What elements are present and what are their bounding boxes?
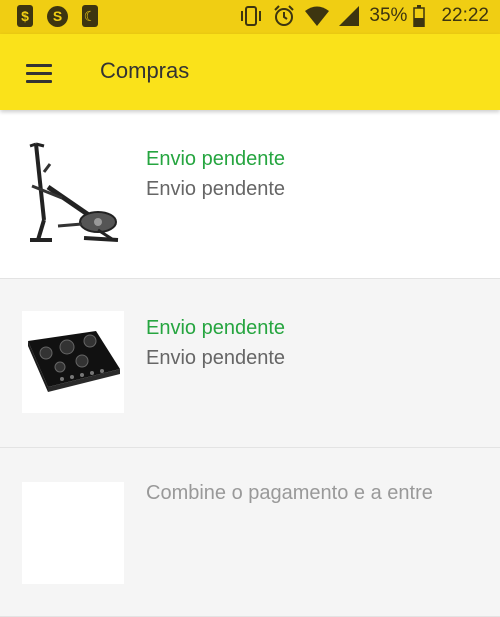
gas-cooktop-image <box>22 311 124 413</box>
s-notification-icon: S <box>47 5 68 27</box>
battery-percentage: 35% <box>369 5 408 26</box>
alarm-icon <box>274 5 295 26</box>
signal-icon <box>339 6 360 26</box>
app-bar: Compras <box>0 34 500 110</box>
order-item[interactable]: Combine o pagamento e a entre <box>0 448 500 617</box>
product-image <box>22 482 124 584</box>
orders-list: Envio pendente Envio pendente Envio pend… <box>0 110 500 617</box>
elliptical-trainer-image <box>22 142 124 244</box>
clock: 22:22 <box>441 5 489 26</box>
order-detail: Envio pendente <box>146 178 286 200</box>
wifi-icon <box>305 6 330 26</box>
page-title: Compras <box>100 58 190 83</box>
battery-icon <box>413 5 426 27</box>
notification-icons: $ S ☾ <box>17 5 98 27</box>
hamburger-menu-icon[interactable] <box>26 64 52 83</box>
system-status-icons: 35% 22:22 <box>239 5 489 27</box>
dollar-notification-icon: $ <box>17 5 33 27</box>
order-status: Envio pendente <box>146 317 286 339</box>
order-detail: Envio pendente <box>146 347 286 369</box>
order-status: Envio pendente <box>146 148 286 170</box>
vibrate-icon <box>241 6 262 26</box>
order-item[interactable]: Envio pendente Envio pendente <box>0 110 500 279</box>
order-status: Combine o pagamento e a entre <box>146 482 433 504</box>
moon-notification-icon: ☾ <box>82 5 98 27</box>
status-bar: $ S ☾ 35% 22:22 <box>0 0 500 34</box>
order-item[interactable]: Envio pendente Envio pendente <box>0 279 500 448</box>
